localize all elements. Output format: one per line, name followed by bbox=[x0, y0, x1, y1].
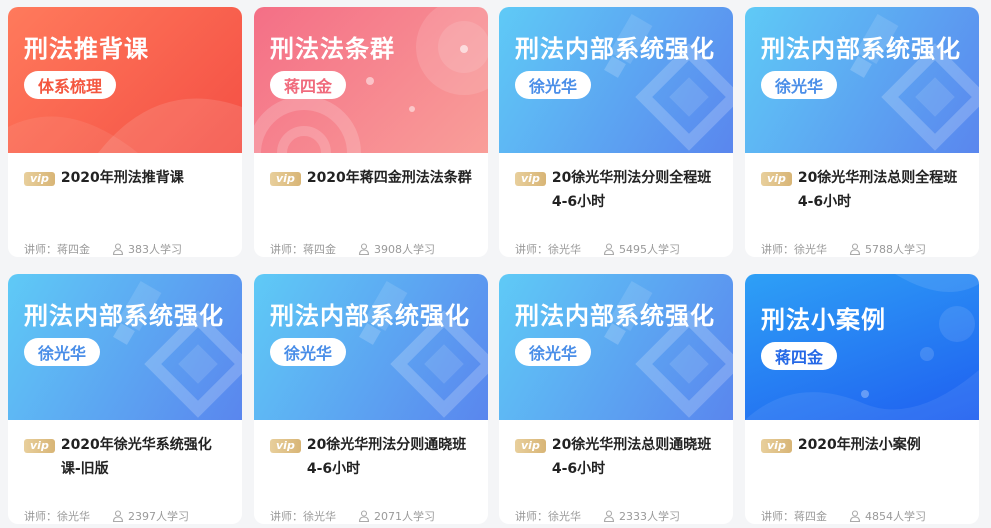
course-meta: 讲师： 徐光华 2071人学习 bbox=[270, 508, 435, 524]
banner-title: 刑法内部系统强化 bbox=[515, 302, 715, 330]
student-count: 2071人学习 bbox=[374, 510, 435, 523]
course-card[interactable]: 刑法内部系统强化 徐光华 vip 20徐光华刑法分则通晓班4-6小时 讲师： 徐… bbox=[254, 274, 488, 524]
banner-tag: 徐光华 bbox=[515, 71, 592, 99]
teacher-prefix: 讲师： bbox=[270, 243, 303, 256]
course-meta: 讲师： 蒋四金 4854人学习 bbox=[761, 508, 926, 524]
course-meta: 讲师： 徐光华 5788人学习 bbox=[761, 241, 926, 257]
course-title[interactable]: 2020年刑法推背课 bbox=[61, 166, 184, 190]
banner-title: 刑法内部系统强化 bbox=[515, 35, 715, 63]
banner-title: 刑法内部系统强化 bbox=[270, 302, 470, 330]
course-title[interactable]: 2020年蒋四金刑法法条群 bbox=[307, 166, 472, 190]
vip-badge: vip bbox=[270, 172, 301, 186]
course-banner: 刑法小案例 蒋四金 bbox=[745, 274, 979, 420]
person-icon bbox=[849, 510, 861, 522]
vip-badge: vip bbox=[761, 439, 792, 453]
course-card[interactable]: 刑法内部系统强化 徐光华 vip 2020年徐光华系统强化课-旧版 讲师： 徐光… bbox=[8, 274, 242, 524]
vip-badge: vip bbox=[24, 439, 55, 453]
course-banner: 刑法内部系统强化 徐光华 bbox=[499, 274, 733, 420]
course-meta: 讲师： 蒋四金 383人学习 bbox=[24, 241, 182, 257]
teacher-name: 徐光华 bbox=[303, 510, 336, 523]
banner-tag: 体系梳理 bbox=[24, 71, 117, 99]
vip-badge: vip bbox=[270, 439, 301, 453]
vip-badge: vip bbox=[761, 172, 792, 186]
student-count: 2333人学习 bbox=[619, 510, 680, 523]
teacher-prefix: 讲师： bbox=[515, 510, 548, 523]
banner-title: 刑法法条群 bbox=[270, 35, 395, 63]
student-count: 4854人学习 bbox=[865, 510, 926, 523]
teacher-prefix: 讲师： bbox=[24, 510, 57, 523]
course-title[interactable]: 2020年刑法小案例 bbox=[798, 433, 921, 457]
course-meta: 讲师： 徐光华 5495人学习 bbox=[515, 241, 680, 257]
vip-badge: vip bbox=[24, 172, 55, 186]
banner-title: 刑法推背课 bbox=[24, 35, 149, 63]
banner-tag: 蒋四金 bbox=[761, 342, 838, 370]
course-card[interactable]: 刑法内部系统强化 徐光华 vip 20徐光华刑法分则全程班4-6小时 讲师： 徐… bbox=[499, 7, 733, 257]
course-banner: 刑法内部系统强化 徐光华 bbox=[499, 7, 733, 153]
course-title[interactable]: 20徐光华刑法分则通晓班4-6小时 bbox=[307, 433, 472, 481]
student-count: 2397人学习 bbox=[128, 510, 189, 523]
teacher-prefix: 讲师： bbox=[270, 510, 303, 523]
course-title[interactable]: 20徐光华刑法分则全程班4-6小时 bbox=[552, 166, 717, 214]
person-icon bbox=[112, 243, 124, 255]
course-card[interactable]: 刑法小案例 蒋四金 vip 2020年刑法小案例 讲师： 蒋四金 4854人学习 bbox=[745, 274, 979, 524]
course-title[interactable]: 20徐光华刑法总则全程班4-6小时 bbox=[798, 166, 963, 214]
banner-tag: 徐光华 bbox=[270, 338, 347, 366]
banner-tag: 蒋四金 bbox=[270, 71, 347, 99]
person-icon bbox=[358, 243, 370, 255]
teacher-prefix: 讲师： bbox=[515, 243, 548, 256]
teacher-prefix: 讲师： bbox=[24, 243, 57, 256]
person-icon bbox=[358, 510, 370, 522]
course-banner: 刑法推背课 体系梳理 bbox=[8, 7, 242, 153]
course-card[interactable]: 刑法推背课 体系梳理 vip 2020年刑法推背课 讲师： 蒋四金 383人学习 bbox=[8, 7, 242, 257]
teacher-name: 蒋四金 bbox=[57, 243, 90, 256]
course-meta: 讲师： 徐光华 2333人学习 bbox=[515, 508, 680, 524]
teacher-name: 蒋四金 bbox=[794, 510, 827, 523]
banner-tag: 徐光华 bbox=[761, 71, 838, 99]
course-card[interactable]: 刑法法条群 蒋四金 vip 2020年蒋四金刑法法条群 讲师： 蒋四金 3908… bbox=[254, 7, 488, 257]
person-icon bbox=[603, 510, 615, 522]
vip-badge: vip bbox=[515, 439, 546, 453]
course-banner: 刑法内部系统强化 徐光华 bbox=[8, 274, 242, 420]
course-title[interactable]: 20徐光华刑法总则通晓班4-6小时 bbox=[552, 433, 717, 481]
student-count: 383人学习 bbox=[128, 243, 182, 256]
person-icon bbox=[112, 510, 124, 522]
teacher-name: 徐光华 bbox=[794, 243, 827, 256]
course-banner: 刑法内部系统强化 徐光华 bbox=[745, 7, 979, 153]
course-meta: 讲师： 徐光华 2397人学习 bbox=[24, 508, 189, 524]
course-banner: 刑法内部系统强化 徐光华 bbox=[254, 274, 488, 420]
course-meta: 讲师： 蒋四金 3908人学习 bbox=[270, 241, 435, 257]
teacher-name: 蒋四金 bbox=[303, 243, 336, 256]
course-card[interactable]: 刑法内部系统强化 徐光华 vip 20徐光华刑法总则全程班4-6小时 讲师： 徐… bbox=[745, 7, 979, 257]
teacher-prefix: 讲师： bbox=[761, 243, 794, 256]
course-banner: 刑法法条群 蒋四金 bbox=[254, 7, 488, 153]
student-count: 3908人学习 bbox=[374, 243, 435, 256]
banner-title: 刑法小案例 bbox=[761, 306, 886, 334]
banner-tag: 徐光华 bbox=[24, 338, 101, 366]
person-icon bbox=[849, 243, 861, 255]
banner-title: 刑法内部系统强化 bbox=[24, 302, 224, 330]
person-icon bbox=[603, 243, 615, 255]
course-title[interactable]: 2020年徐光华系统强化课-旧版 bbox=[61, 433, 226, 481]
teacher-prefix: 讲师： bbox=[761, 510, 794, 523]
student-count: 5495人学习 bbox=[619, 243, 680, 256]
banner-title: 刑法内部系统强化 bbox=[761, 35, 961, 63]
banner-tag: 徐光华 bbox=[515, 338, 592, 366]
teacher-name: 徐光华 bbox=[548, 510, 581, 523]
course-card[interactable]: 刑法内部系统强化 徐光华 vip 20徐光华刑法总则通晓班4-6小时 讲师： 徐… bbox=[499, 274, 733, 524]
student-count: 5788人学习 bbox=[865, 243, 926, 256]
teacher-name: 徐光华 bbox=[57, 510, 90, 523]
vip-badge: vip bbox=[515, 172, 546, 186]
teacher-name: 徐光华 bbox=[548, 243, 581, 256]
